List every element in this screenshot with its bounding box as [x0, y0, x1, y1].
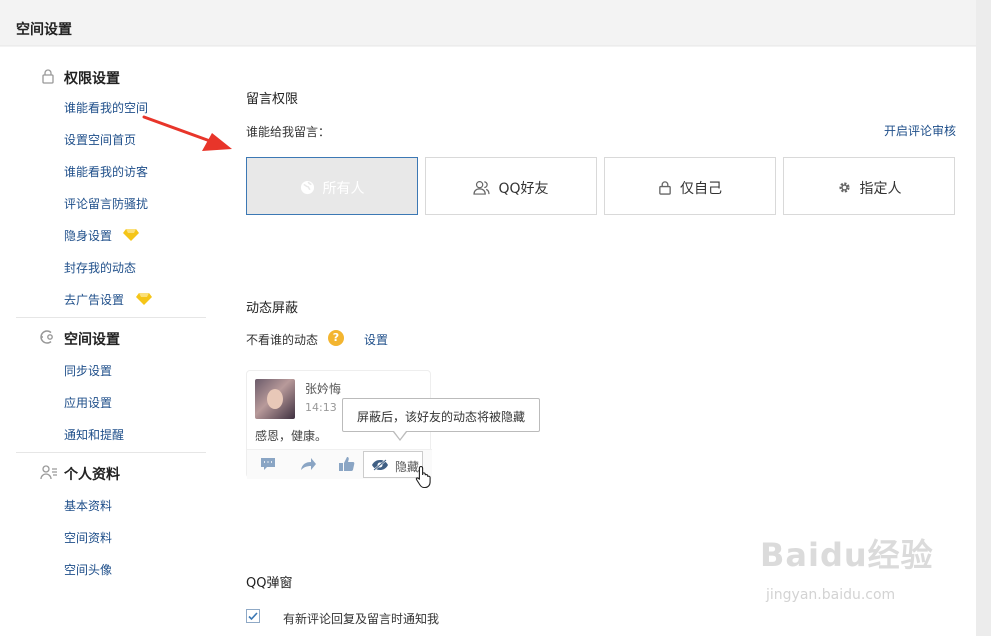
- friends-icon: [473, 180, 491, 195]
- feed-text: 感恩，健康。: [255, 429, 328, 443]
- hide-feed-button[interactable]: 隐藏: [363, 451, 423, 478]
- feed-block-settings-link[interactable]: 设置: [364, 331, 388, 348]
- hide-tooltip-text: 屏蔽后，该好友的动态将被隐藏: [357, 410, 526, 424]
- sidebar-item-archive-feeds[interactable]: 封存我的动态: [16, 251, 206, 283]
- sidebar-divider: [16, 452, 206, 453]
- sidebar-item-label: 去广告设置: [64, 293, 125, 307]
- question-icon[interactable]: ?: [328, 330, 344, 346]
- lock-icon: [659, 181, 671, 195]
- option-specified-people[interactable]: 指定人: [783, 157, 955, 215]
- message-permission-title: 留言权限: [246, 92, 299, 107]
- sidebar-section-label: 权限设置: [64, 71, 120, 87]
- option-label: 指定人: [859, 181, 902, 197]
- avatar: [255, 379, 295, 419]
- lock-icon: [42, 69, 54, 84]
- sidebar-item-basic-profile[interactable]: 基本资料: [16, 489, 206, 521]
- sidebar-item-notifications[interactable]: 通知和提醒: [16, 418, 206, 450]
- sidebar-item-label: 同步设置: [64, 364, 113, 378]
- sidebar-divider: [16, 317, 206, 318]
- sidebar-item-label: 谁能看我的访客: [64, 165, 149, 179]
- option-everyone[interactable]: 所有人: [246, 157, 418, 215]
- sidebar-section-space-settings: 空间设置 同步设置 应用设置 通知和提醒: [16, 326, 206, 453]
- sidebar-item-ad-free-settings[interactable]: 去广告设置: [16, 283, 206, 315]
- sidebar-section-header: 权限设置: [16, 61, 206, 91]
- space-settings-icon: [40, 330, 53, 344]
- sidebar-item-space-avatar[interactable]: 空间头像: [16, 553, 206, 585]
- sidebar-section-label: 空间设置: [64, 332, 120, 348]
- scroll-gutter: [976, 0, 991, 636]
- sidebar-item-space-profile[interactable]: 空间资料: [16, 521, 206, 553]
- page-title: 空间设置: [16, 22, 72, 38]
- sidebar-item-label: 空间资料: [64, 531, 113, 545]
- like-icon[interactable]: [338, 456, 356, 472]
- sidebar-section-header: 空间设置: [16, 326, 206, 356]
- sidebar-item-label: 基本资料: [64, 499, 113, 513]
- feed-actions-bar: 隐藏: [247, 449, 432, 479]
- sidebar-section-profile: 个人资料 基本资料 空间资料 空间头像: [16, 461, 206, 585]
- diamond-icon: [123, 229, 139, 241]
- sidebar-item-label: 设置空间首页: [64, 133, 137, 147]
- message-permission-options: 所有人 QQ好友 仅自己 指定人: [246, 157, 956, 215]
- notify-on-comment-checkbox[interactable]: [246, 609, 260, 623]
- sidebar-item-label: 隐身设置: [64, 229, 113, 243]
- sidebar-item-label: 封存我的动态: [64, 261, 137, 275]
- diamond-icon: [136, 293, 152, 305]
- globe-icon: [300, 180, 314, 195]
- feed-block-title: 动态屏蔽: [246, 301, 299, 316]
- sidebar-section-header: 个人资料: [16, 461, 206, 491]
- hide-tooltip: 屏蔽后，该好友的动态将被隐藏: [342, 398, 540, 441]
- share-icon[interactable]: [299, 456, 317, 472]
- checkmark-icon: [248, 612, 258, 621]
- sidebar-item-anti-harassment[interactable]: 评论留言防骚扰: [16, 187, 206, 219]
- sidebar-item-label: 谁能看我的空间: [64, 101, 149, 115]
- sidebar-item-invisible-settings[interactable]: 隐身设置: [16, 219, 206, 251]
- enable-comment-review-link[interactable]: 开启评论审核: [884, 122, 956, 139]
- sidebar-item-app-settings[interactable]: 应用设置: [16, 386, 206, 418]
- gear-icon: [838, 182, 850, 193]
- message-permission-question: 谁能给我留言：: [246, 125, 331, 139]
- profile-icon: [40, 465, 57, 480]
- watermark-line-2: jingyan.baidu.com: [766, 587, 896, 603]
- feed-block-label: 不看谁的动态: [246, 333, 319, 347]
- notify-on-comment-label: 有新评论回复及留言时通知我: [283, 612, 440, 626]
- feed-user-name: 张妗悔: [305, 382, 342, 396]
- sidebar-item-label: 评论留言防骚扰: [64, 197, 149, 211]
- option-label: QQ好友: [498, 181, 549, 197]
- sidebar-item-sync-settings[interactable]: 同步设置: [16, 354, 206, 386]
- option-only-me[interactable]: 仅自己: [604, 157, 776, 215]
- page-header: 空间设置: [0, 0, 976, 46]
- sidebar-section-permissions: 权限设置 谁能看我的空间 设置空间首页 谁能看我的访客 评论留言防骚扰 隐身设置…: [16, 47, 206, 318]
- feed-time: 14:13: [305, 401, 337, 414]
- sidebar-item-label: 通知和提醒: [64, 428, 125, 442]
- option-label: 仅自己: [680, 181, 722, 197]
- baidu-jingyan-watermark: Baidu经验 jingyan.baidu.com: [760, 525, 945, 615]
- hand-cursor-icon: [415, 465, 431, 489]
- sidebar-item-who-can-view-visitors[interactable]: 谁能看我的访客: [16, 155, 206, 187]
- sidebar-item-label: 空间头像: [64, 563, 113, 577]
- option-label: 所有人: [322, 181, 365, 197]
- annotation-arrow-icon: [142, 115, 232, 151]
- qq-popup-title: QQ弹窗: [246, 576, 293, 591]
- option-qq-friends[interactable]: QQ好友: [425, 157, 597, 215]
- sidebar-section-label: 个人资料: [64, 467, 120, 483]
- comment-icon[interactable]: [259, 456, 277, 472]
- sidebar-item-label: 应用设置: [64, 396, 113, 410]
- watermark-line-1: Baidu经验: [760, 536, 934, 574]
- eye-slash-icon: [372, 459, 388, 471]
